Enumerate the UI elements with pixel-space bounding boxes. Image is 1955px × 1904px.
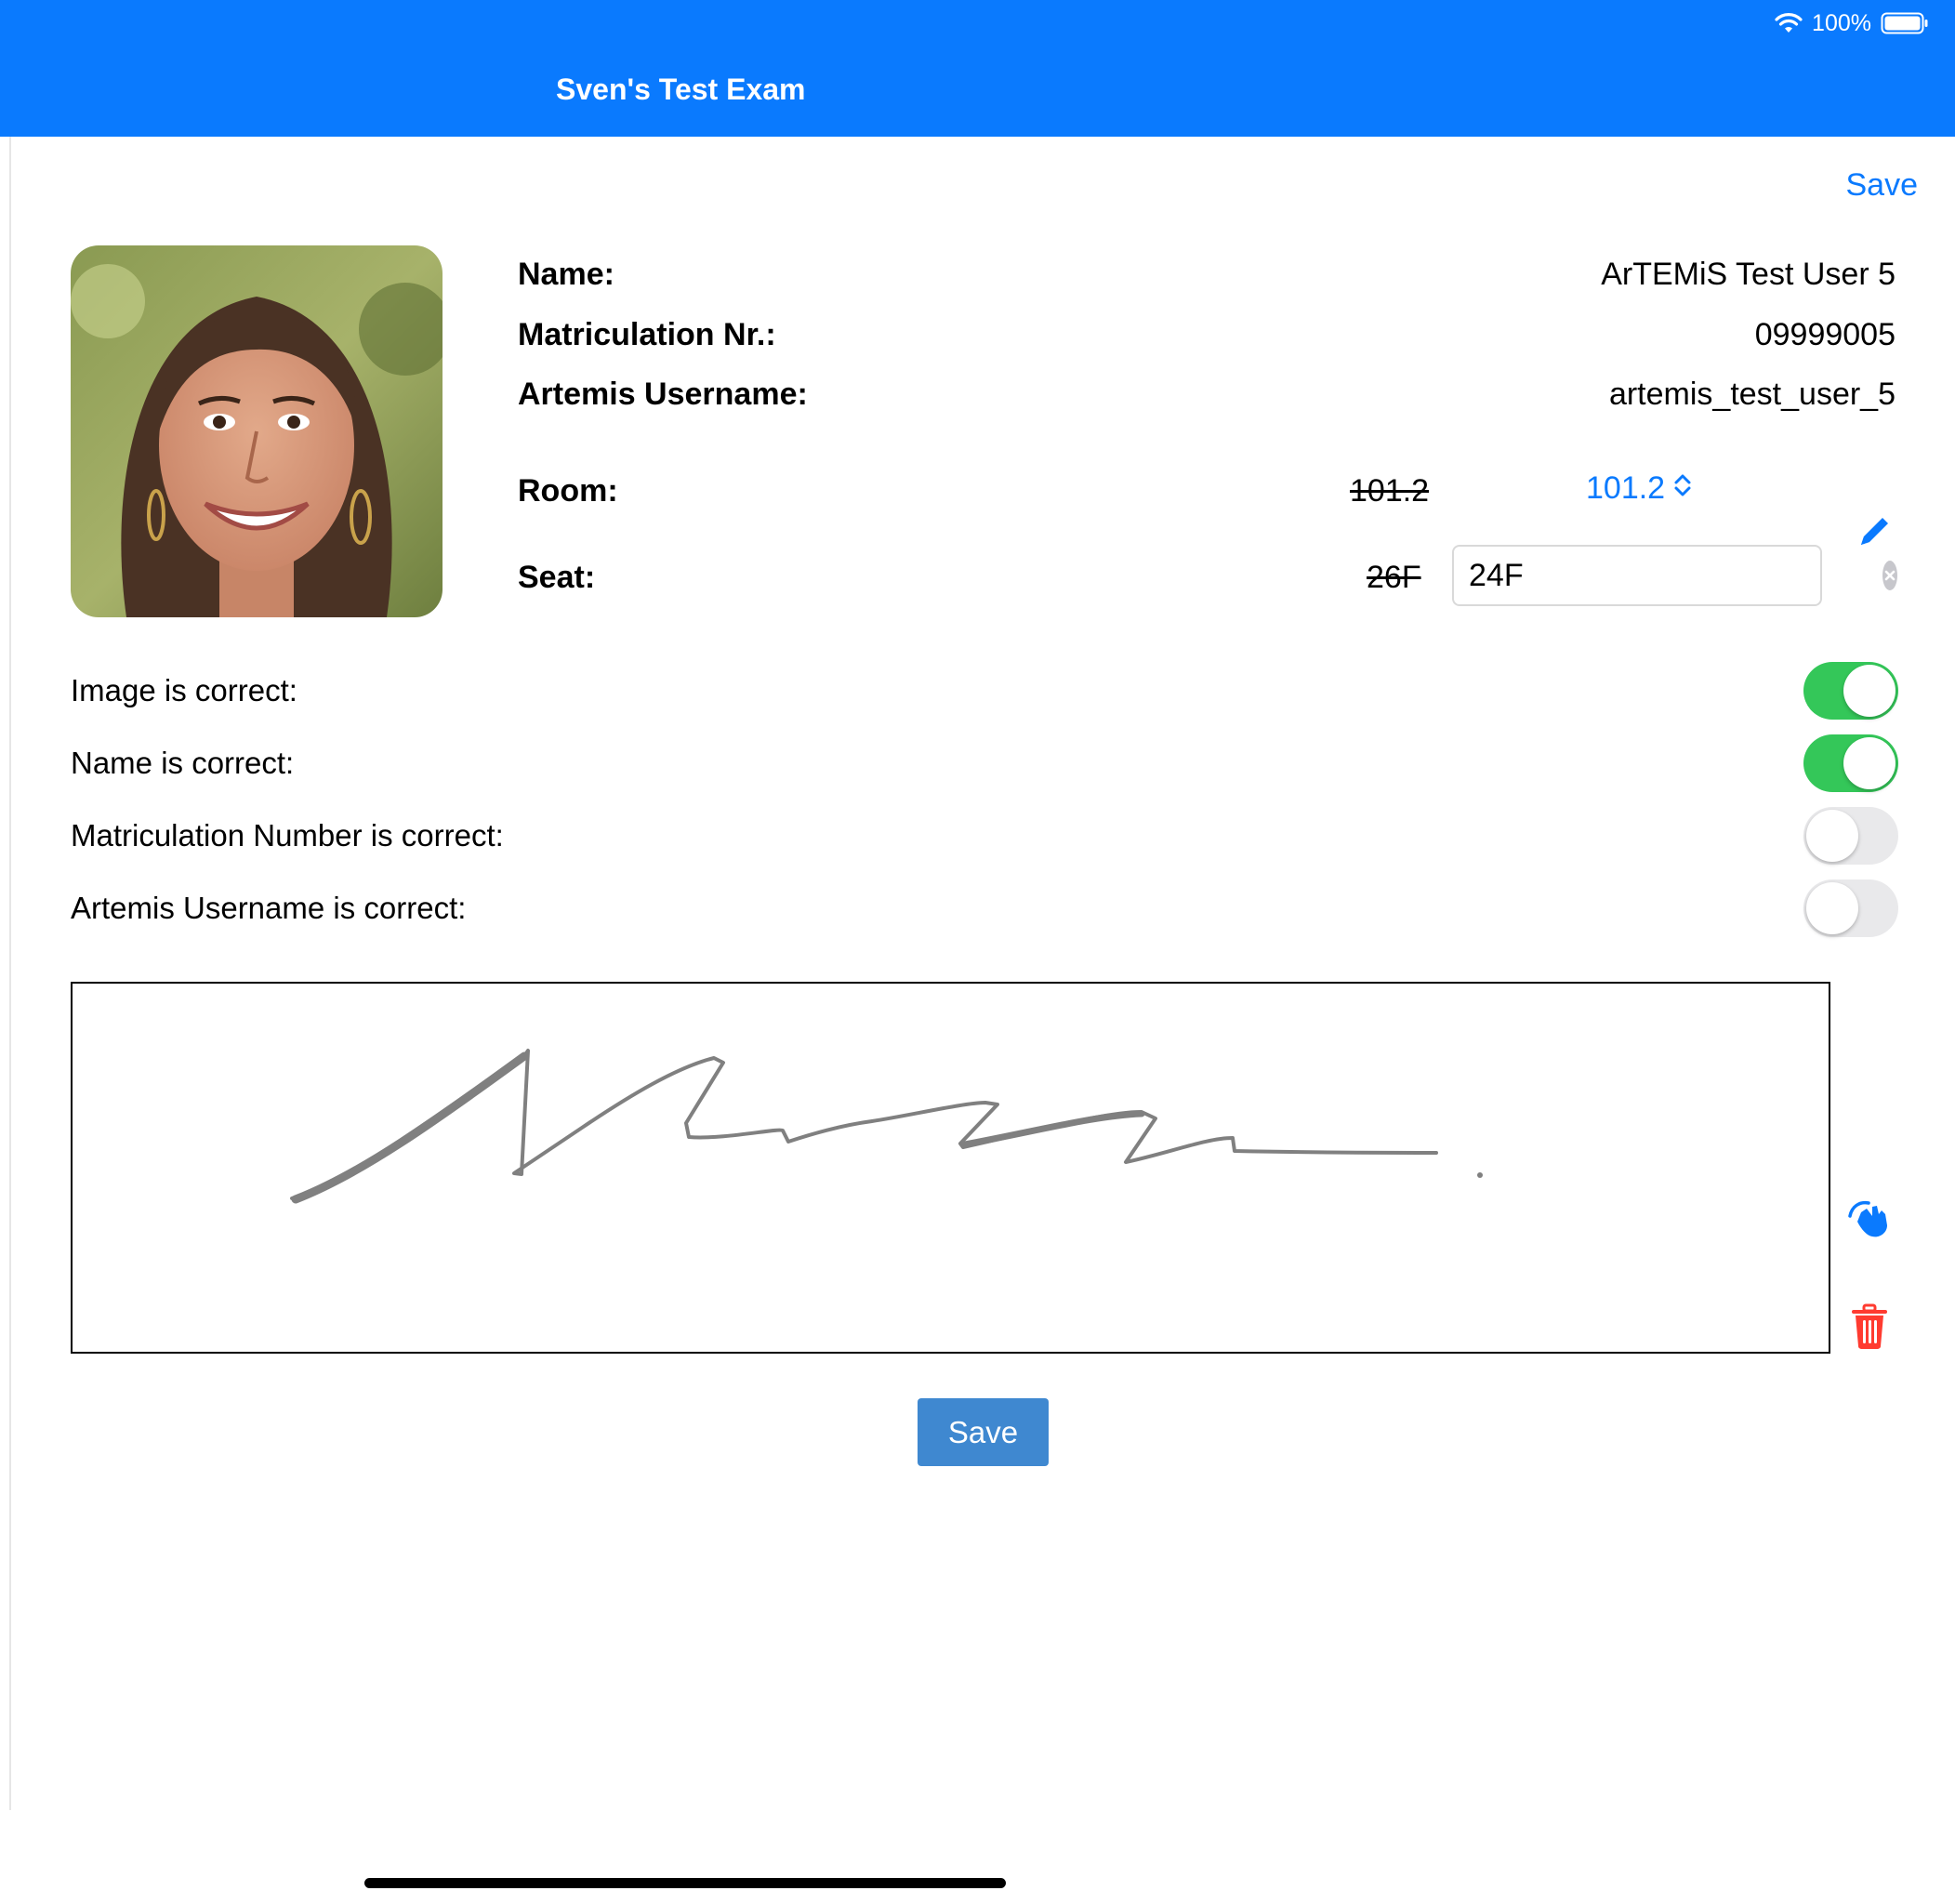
seat-label: Seat: (518, 560, 596, 595)
toggle-knob (1806, 810, 1858, 862)
room-picker[interactable]: 101.2 (1586, 470, 1693, 507)
home-indicator (364, 1878, 1006, 1888)
signature-drawing (290, 1049, 1483, 1204)
room-selected-value: 101.2 (1586, 470, 1666, 506)
student-photo (71, 245, 443, 617)
battery-icon (1881, 12, 1929, 34)
signature-canvas[interactable] (71, 982, 1830, 1354)
matriculation-value: 09999005 (1754, 317, 1896, 352)
check-label-matriculation: Matriculation Number is correct: (71, 818, 504, 853)
pane-divider (9, 137, 11, 1810)
exam-student-detail-screen: 100% Sven's Test Exam Save Name: ArTEMiS… (0, 0, 1955, 1904)
toggle-username-correct[interactable] (1803, 879, 1898, 937)
trash-icon[interactable] (1850, 1303, 1889, 1355)
seat-input[interactable] (1467, 556, 1882, 595)
room-label: Room: (518, 473, 618, 509)
toggle-knob (1843, 737, 1896, 789)
toggle-matriculation-correct[interactable] (1803, 807, 1898, 865)
name-label: Name: (518, 257, 614, 292)
seat-field (1452, 545, 1897, 606)
navigation-bar: 100% Sven's Test Exam (0, 0, 1955, 137)
matriculation-label: Matriculation Nr.: (518, 317, 776, 352)
nav-save-link[interactable]: Save (1846, 167, 1919, 204)
pencil-icon[interactable] (1856, 513, 1893, 555)
name-value: ArTEMiS Test User 5 (1601, 257, 1896, 292)
room-old-value: 101.2 (1350, 473, 1430, 509)
battery-percent: 100% (1812, 9, 1871, 36)
check-label-image: Image is correct: (71, 673, 297, 707)
toggle-name-correct[interactable] (1803, 734, 1898, 792)
status-bar: 100% (1775, 9, 1929, 37)
check-label-username: Artemis Username is correct: (71, 891, 467, 925)
page-title: Sven's Test Exam (556, 73, 806, 106)
save-button[interactable]: Save (918, 1398, 1049, 1466)
wifi-icon (1775, 12, 1803, 34)
hand-draw-icon[interactable] (1844, 1196, 1893, 1245)
seat-old-value: 26F (1367, 560, 1421, 595)
chevron-updown-icon (1672, 470, 1693, 507)
toggle-knob (1843, 665, 1896, 717)
toggle-knob (1806, 882, 1858, 934)
check-label-name: Name is correct: (71, 746, 295, 780)
clear-icon[interactable] (1882, 561, 1897, 590)
username-value: artemis_test_user_5 (1608, 377, 1896, 412)
toggle-image-correct[interactable] (1803, 662, 1898, 720)
username-label: Artemis Username: (518, 377, 808, 412)
